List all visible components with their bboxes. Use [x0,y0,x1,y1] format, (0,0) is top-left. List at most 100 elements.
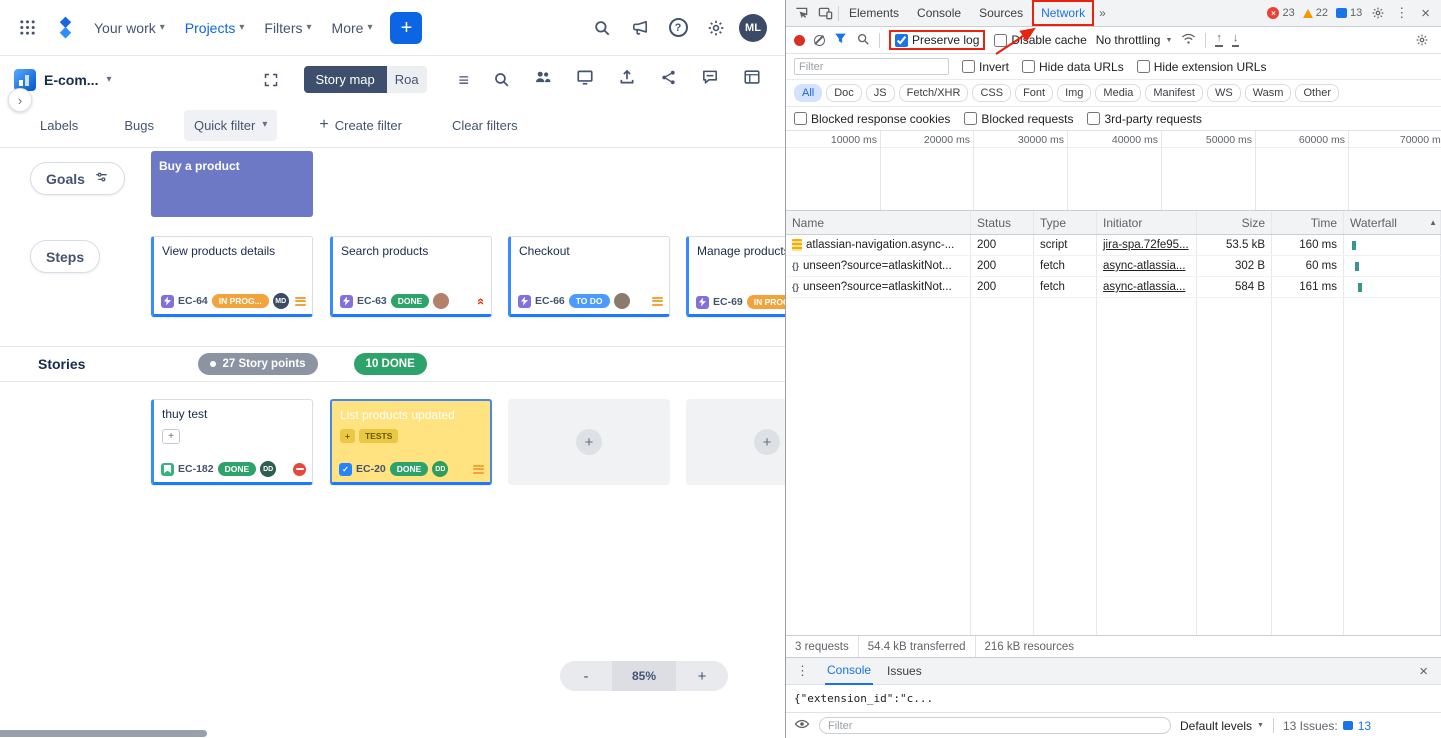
initiator-link[interactable]: jira-spa.72fe95... [1103,239,1189,251]
checkbox[interactable] [1087,112,1100,125]
fullscreen-icon[interactable] [256,65,286,95]
col-time[interactable]: Time [1272,211,1344,234]
create-button[interactable]: + [390,12,422,44]
story-card[interactable]: thuy test + EC-182 DONE DD [151,399,313,485]
create-filter-button[interactable]: + Create filter [319,116,402,134]
clear-filters-button[interactable]: Clear filters [452,118,518,133]
calendar-board-icon[interactable] [743,68,761,91]
monitor-icon[interactable] [576,68,594,91]
pill-wasm[interactable]: Wasm [1245,84,1292,102]
pill-ws[interactable]: WS [1207,84,1241,102]
more-tabs-icon[interactable]: » [1095,6,1110,20]
filter-funnel-icon[interactable] [834,32,847,48]
clear-icon[interactable] [814,35,825,46]
network-settings-icon[interactable] [1411,29,1433,51]
settings-gear-icon[interactable] [701,13,731,43]
user-avatar[interactable]: ML [739,14,767,42]
devtools-menu-icon[interactable]: ⋮ [1391,5,1412,21]
blocked-cookies-checkbox[interactable]: Blocked response cookies [794,112,950,126]
blocked-requests-checkbox[interactable]: Blocked requests [964,112,1073,126]
nav-your-work[interactable]: Your work▾ [88,14,171,42]
import-har-icon[interactable]: ↑ [1215,33,1223,47]
pill-fetch-xhr[interactable]: Fetch/XHR [899,84,969,102]
checkbox[interactable] [895,34,908,47]
eye-icon[interactable] [794,716,810,735]
request-row[interactable]: atlassian-navigation.async-... 200 scrip… [786,235,1441,256]
throttling-dropdown[interactable]: No throttling ▼ [1096,33,1173,47]
checkbox[interactable] [1137,60,1150,73]
add-card-button[interactable]: + [576,429,602,455]
export-har-icon[interactable]: ↓ [1232,33,1240,47]
search-icon[interactable] [856,32,870,49]
nav-more[interactable]: More▾ [326,14,379,42]
col-initiator[interactable]: Initiator [1097,211,1197,234]
message-count-badge[interactable]: 13 [1333,7,1365,19]
add-card-button[interactable]: + [754,429,780,455]
col-status[interactable]: Status [971,211,1034,234]
chevron-down-icon[interactable]: ▾ [106,75,111,85]
drawer-tab-console[interactable]: Console [825,658,873,685]
step-card[interactable]: View products details EC-64 IN PROG... M… [151,236,313,317]
export-icon[interactable] [618,68,636,91]
col-type[interactable]: Type [1034,211,1097,234]
close-devtools-icon[interactable]: × [1414,5,1437,22]
pill-js[interactable]: JS [866,84,895,102]
nav-projects[interactable]: Projects▾ [179,14,251,42]
app-switcher-icon[interactable] [12,13,42,43]
col-name[interactable]: Name [786,211,971,234]
initiator-link[interactable]: async-atlassia... [1103,281,1185,293]
step-card[interactable]: Checkout EC-66 TO DO [508,236,670,317]
label-chip[interactable]: TESTS [359,429,398,443]
steps-lane-button[interactable]: Steps [30,240,100,273]
preserve-log-checkbox[interactable]: Preserve log [889,30,985,50]
close-drawer-icon[interactable]: × [1412,663,1435,680]
invert-checkbox[interactable]: Invert [962,60,1009,74]
pill-all[interactable]: All [794,84,822,102]
checkbox[interactable] [964,112,977,125]
tab-elements[interactable]: Elements [841,1,907,25]
search-icon[interactable] [587,13,617,43]
horizontal-scrollbar[interactable] [0,730,207,737]
warning-count-badge[interactable]: 22 [1300,7,1331,19]
step-card[interactable]: Search products EC-63 DONE « [330,236,492,317]
pill-doc[interactable]: Doc [826,84,862,102]
disable-cache-checkbox[interactable]: Disable cache [994,33,1086,47]
goals-lane-button[interactable]: Goals [30,162,125,195]
tab-roadmap[interactable]: Roa [387,66,427,93]
network-conditions-icon[interactable] [1181,31,1196,49]
search-icon[interactable] [493,71,510,88]
request-row[interactable]: {}unseen?source=atlaskitNot... 200 fetch… [786,277,1441,298]
hide-data-urls-checkbox[interactable]: Hide data URLs [1022,60,1124,74]
pill-img[interactable]: Img [1057,84,1091,102]
help-icon[interactable]: ? [663,13,693,43]
filter-bugs[interactable]: Bugs [124,118,154,133]
inspect-element-icon[interactable] [790,2,812,24]
story-card-selected[interactable]: List products updated + TESTS ✓ EC-20 DO… [330,399,492,485]
console-log-entry[interactable]: {"extension_id":"c... [786,685,1441,712]
error-count-badge[interactable]: × 23 [1264,7,1297,19]
add-label-button[interactable]: + [162,429,180,444]
tab-sources[interactable]: Sources [971,1,1031,25]
pill-css[interactable]: CSS [972,84,1011,102]
align-justify-icon[interactable]: ≡ [458,71,469,89]
announcements-icon[interactable] [625,13,655,43]
nav-filters[interactable]: Filters▾ [258,14,317,42]
tab-console[interactable]: Console [909,1,969,25]
col-size[interactable]: Size [1197,211,1272,234]
jira-logo[interactable] [50,13,80,43]
record-icon[interactable] [794,35,805,46]
expand-sidebar-button[interactable]: › [8,88,32,112]
checkbox[interactable] [794,112,807,125]
devtools-settings-icon[interactable] [1367,2,1389,24]
network-filter-input[interactable] [794,58,949,75]
log-levels-dropdown[interactable]: Default levels ▼ [1180,719,1264,733]
request-row[interactable]: {}unseen?source=atlaskitNot... 200 fetch… [786,256,1441,277]
step-card[interactable]: Manage products EC-69 IN PROG... [686,236,785,317]
checkbox[interactable] [994,34,1007,47]
add-label-button[interactable]: + [340,429,355,443]
initiator-link[interactable]: async-atlassia... [1103,260,1185,272]
drawer-tab-issues[interactable]: Issues [885,658,924,685]
console-filter-input[interactable] [819,717,1171,734]
tab-network[interactable]: Network [1033,1,1093,25]
filter-labels[interactable]: Labels [40,118,78,133]
